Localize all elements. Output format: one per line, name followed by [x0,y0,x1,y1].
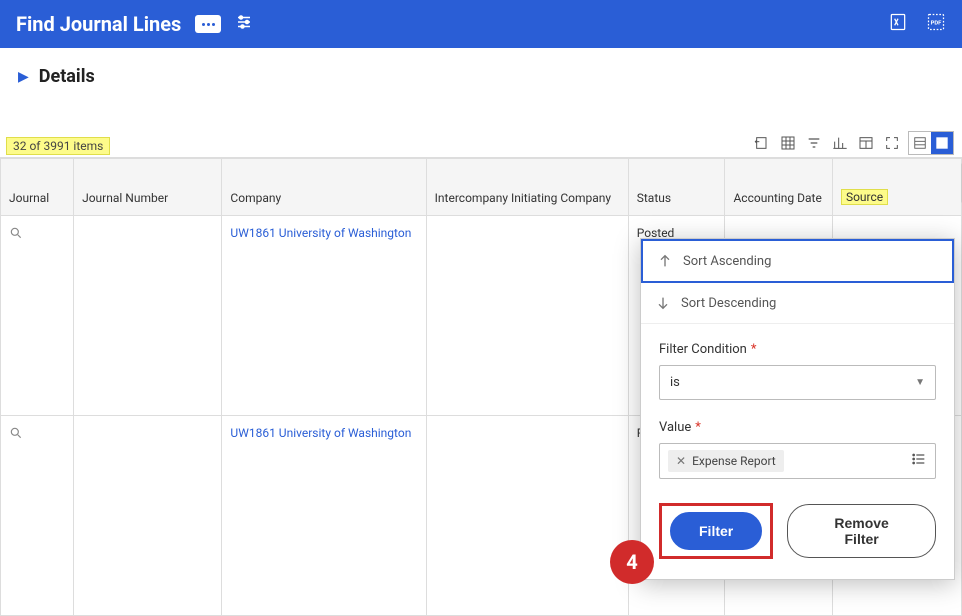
company-link[interactable]: UW1861 University of Washington [230,226,411,240]
item-count: 32 of 3991 items [6,137,110,155]
details-label: Details [39,66,95,87]
chevron-down-icon: ▼ [915,377,925,388]
cell-company: UW1861 University of Washington [222,216,426,416]
filter-value-chip: ✕ Expense Report [668,450,784,472]
sort-ascending[interactable]: Sort Ascending [641,239,954,283]
filter-icon[interactable] [804,133,824,153]
sort-descending[interactable]: Sort Descending [641,283,954,324]
cell-intercompany [426,216,628,416]
details-section-header[interactable]: ▶ Details [0,48,962,97]
sort-asc-label: Sort Ascending [683,254,771,269]
filter-condition-value: is [670,375,680,390]
grid-view-icon[interactable] [778,133,798,153]
cell-journal-number [74,416,222,616]
view-list-icon[interactable] [909,132,931,154]
chip-label: Expense Report [692,454,776,468]
cell-company: UW1861 University of Washington [222,416,426,616]
col-journal[interactable]: Journal [1,159,74,216]
view-toggle [908,131,954,155]
col-source[interactable]: Source [832,159,961,216]
fullscreen-icon[interactable] [882,133,902,153]
filter-value-input[interactable]: ✕ Expense Report [659,443,936,479]
col-journal-number[interactable]: Journal Number [74,159,222,216]
table-header-row: Journal Journal Number Company Intercomp… [1,159,962,216]
export-excel-icon[interactable] [888,12,908,36]
actions-menu-icon[interactable] [195,15,221,33]
filter-buttons: Filter Remove Filter [659,503,936,559]
settings-sliders-icon[interactable] [235,13,253,35]
filter-value-label: Value* [659,420,936,435]
cell-journal-number [74,216,222,416]
col-company[interactable]: Company [222,159,426,216]
col-intercompany[interactable]: Intercompany Initiating Company [426,159,628,216]
company-link[interactable]: UW1861 University of Washington [230,426,411,440]
sort-desc-label: Sort Descending [681,296,776,311]
export-pdf-icon[interactable]: PDF [926,12,946,36]
cell-intercompany [426,416,628,616]
chevron-right-icon: ▶ [18,69,29,85]
column-filter-popup: Sort Ascending Sort Descending Filter Co… [640,238,955,580]
header-left: Find Journal Lines [16,12,253,36]
filter-condition-select[interactable]: is ▼ [659,365,936,400]
cell-journal[interactable] [1,416,74,616]
col-status[interactable]: Status [628,159,725,216]
remove-chip-icon[interactable]: ✕ [676,454,686,468]
col-accounting-date[interactable]: Accounting Date [725,159,832,216]
svg-text:PDF: PDF [931,21,943,27]
export-table-icon[interactable] [752,133,772,153]
columns-icon[interactable] [856,133,876,153]
filter-button[interactable]: Filter [670,512,762,550]
table-tools [752,131,954,155]
list-icon[interactable] [911,451,927,471]
header-right: PDF [888,12,946,36]
step-badge: 4 [610,540,654,584]
cell-journal[interactable] [1,216,74,416]
chart-icon[interactable] [830,133,850,153]
remove-filter-button[interactable]: Remove Filter [787,504,936,558]
app-header: Find Journal Lines PDF [0,0,962,48]
filter-button-highlight: Filter [659,503,773,559]
table-toolbar: 32 of 3991 items [0,97,962,157]
view-grid-icon[interactable] [931,132,953,154]
filter-body: Filter Condition* is ▼ Value* ✕ Expense … [641,324,954,579]
page-title: Find Journal Lines [16,12,181,36]
filter-condition-label: Filter Condition* [659,342,936,357]
